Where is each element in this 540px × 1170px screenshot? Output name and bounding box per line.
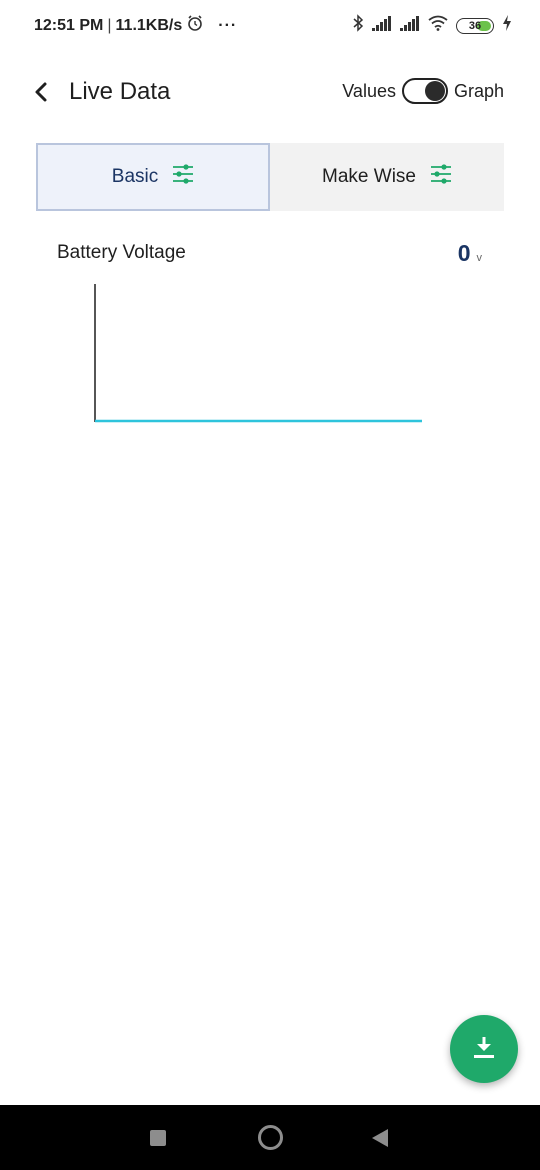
signal-icon — [400, 15, 420, 36]
battery-voltage-chart — [94, 284, 422, 423]
system-nav-bar — [0, 1105, 540, 1170]
parameter-unit: v — [476, 252, 483, 264]
battery-level: 36 — [468, 19, 482, 32]
network-speed: 11.1KB/s — [115, 16, 183, 34]
home-button[interactable] — [258, 1125, 283, 1150]
sliders-icon — [172, 163, 194, 191]
values-graph-switch[interactable] — [401, 78, 448, 104]
status-separator: | — [107, 16, 112, 34]
parameter-value: 0 v — [458, 240, 482, 267]
download-button[interactable] — [450, 1015, 518, 1083]
battery-icon: 36 — [456, 17, 494, 34]
tab-make-wise[interactable]: Make Wise — [270, 143, 504, 211]
tab-basic-label: Basic — [111, 166, 159, 187]
toggle-values-label[interactable]: Values — [342, 81, 396, 102]
status-right: 36 — [352, 14, 512, 37]
alarm-icon — [186, 14, 204, 37]
status-left: 12:51 PM | 11.1KB/s ··· — [34, 14, 237, 37]
parameter-value-number: 0 — [457, 240, 471, 266]
system-back-button[interactable] — [372, 1129, 388, 1147]
tab-basic[interactable]: Basic — [36, 143, 270, 211]
switch-knob — [424, 81, 445, 101]
status-bar: 12:51 PM | 11.1KB/s ··· 36 — [0, 0, 540, 50]
charging-icon — [502, 15, 512, 36]
back-icon[interactable] — [30, 78, 54, 106]
view-toggle: Values Graph — [342, 78, 504, 104]
tab-make-wise-label: Make Wise — [322, 166, 416, 187]
wifi-icon — [428, 15, 448, 36]
category-tabs: Basic Make Wise — [36, 143, 504, 211]
more-icon: ··· — [218, 16, 238, 34]
download-icon — [471, 1034, 497, 1065]
status-time: 12:51 PM — [34, 16, 104, 34]
bluetooth-icon — [352, 14, 364, 37]
app-header: Live Data Values Graph — [0, 64, 540, 120]
recents-button[interactable] — [150, 1130, 166, 1146]
parameter-label: Battery Voltage — [57, 242, 186, 263]
toggle-graph-label[interactable]: Graph — [454, 81, 504, 102]
page-title: Live Data — [69, 78, 171, 105]
signal-icon — [372, 15, 392, 36]
sliders-icon — [430, 163, 452, 191]
